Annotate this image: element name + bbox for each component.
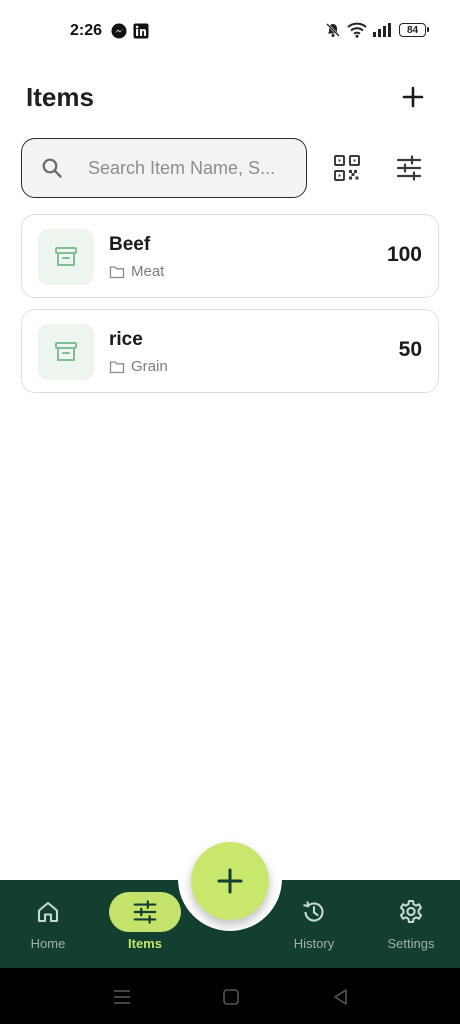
item-quantity: 50	[398, 338, 422, 361]
messenger-icon	[111, 23, 127, 39]
square-icon	[223, 989, 239, 1005]
history-icon	[303, 901, 324, 922]
item-thumbnail	[38, 229, 94, 285]
item-thumbnail	[38, 324, 94, 380]
home-icon	[37, 901, 59, 923]
nav-active-indicator	[109, 892, 181, 932]
nav-item-items[interactable]: Items	[100, 892, 190, 951]
status-bar: 2:26 84	[0, 0, 460, 62]
plus-icon	[402, 86, 424, 108]
nav-item-history[interactable]: History	[269, 892, 359, 951]
plus-icon	[217, 868, 243, 894]
item-quantity: 100	[386, 243, 422, 266]
item-category: Grain	[109, 358, 168, 375]
search-input[interactable]	[88, 157, 298, 179]
gear-icon	[399, 899, 423, 924]
search-box[interactable]	[21, 138, 307, 198]
system-home-button[interactable]	[220, 986, 242, 1008]
qr-scan-button[interactable]	[330, 151, 364, 185]
item-name: Beef	[109, 234, 151, 255]
page-title: Items	[26, 82, 94, 112]
nav-label-home: Home	[30, 936, 66, 951]
add-fab-button[interactable]	[191, 842, 269, 920]
nav-item-settings[interactable]: Settings	[366, 892, 456, 951]
nav-label-history: History	[293, 936, 335, 951]
menu-icon	[114, 990, 130, 1004]
battery-icon: 84	[399, 23, 429, 37]
battery-level: 84	[406, 24, 419, 36]
linkedin-icon	[133, 23, 149, 39]
nav-label-settings: Settings	[387, 936, 435, 951]
system-navigation-bar	[0, 968, 460, 1024]
archive-box-icon	[55, 247, 77, 266]
list-item[interactable]: rice Grain 50	[21, 309, 439, 393]
system-back-button[interactable]	[330, 986, 352, 1008]
add-item-button[interactable]	[396, 80, 430, 114]
item-category-label: Meat	[131, 263, 165, 280]
list-item[interactable]: Beef Meat 100	[21, 214, 439, 298]
wifi-icon	[347, 22, 367, 38]
archive-box-icon	[55, 342, 77, 361]
item-category: Meat	[109, 263, 164, 280]
nav-label-items: Items	[128, 936, 162, 951]
filter-button[interactable]	[392, 151, 426, 185]
mute-icon	[325, 22, 341, 38]
item-category-label: Grain	[131, 358, 168, 375]
tune-icon	[396, 155, 422, 181]
status-time: 2:26	[70, 22, 103, 39]
folder-icon	[109, 360, 125, 373]
back-triangle-icon	[334, 989, 347, 1005]
folder-icon	[109, 265, 125, 278]
search-icon	[40, 156, 64, 180]
signal-icon	[373, 23, 393, 37]
nav-item-home[interactable]: Home	[3, 892, 93, 951]
system-menu-button[interactable]	[111, 986, 133, 1008]
qr-scan-icon	[334, 155, 360, 181]
tune-icon	[133, 900, 157, 924]
item-name: rice	[109, 329, 143, 350]
